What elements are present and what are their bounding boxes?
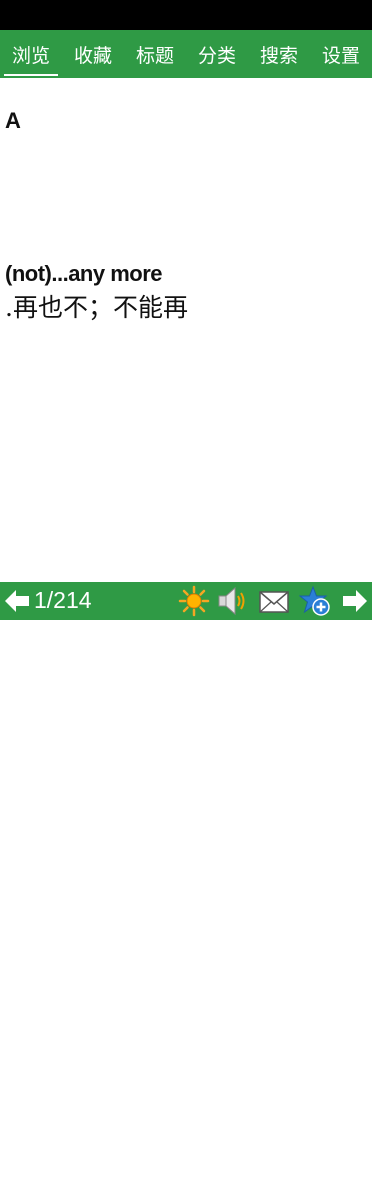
tab-browse[interactable]: 浏览: [0, 30, 62, 78]
bottom-toolbar: 1/214 大地手游网: [0, 582, 372, 1203]
page-counter: 1/214: [34, 587, 92, 613]
sun-icon[interactable]: [178, 585, 210, 617]
tab-settings[interactable]: 设置: [310, 30, 372, 78]
envelope-icon[interactable]: [258, 585, 290, 617]
entry-letter-heading: A: [5, 108, 21, 133]
tab-search[interactable]: 搜索: [248, 30, 310, 78]
watermark: 大地手游网: [231, 1192, 281, 1203]
status-bar: [0, 0, 372, 30]
star-add-icon[interactable]: [299, 585, 331, 617]
left-arrow-icon[interactable]: [2, 586, 32, 616]
right-arrow-icon[interactable]: [340, 586, 370, 616]
speaker-icon[interactable]: [216, 585, 248, 617]
tab-categories[interactable]: 分类: [186, 30, 248, 78]
tab-titles[interactable]: 标题: [124, 30, 186, 78]
tab-bar: 浏览 收藏 标题 分类 搜索 设置: [0, 30, 372, 78]
tab-favorites[interactable]: 收藏: [62, 30, 124, 78]
entry-meaning: .再也不；不能再: [5, 293, 188, 322]
entry-phrase: (not)...any more: [5, 261, 163, 286]
